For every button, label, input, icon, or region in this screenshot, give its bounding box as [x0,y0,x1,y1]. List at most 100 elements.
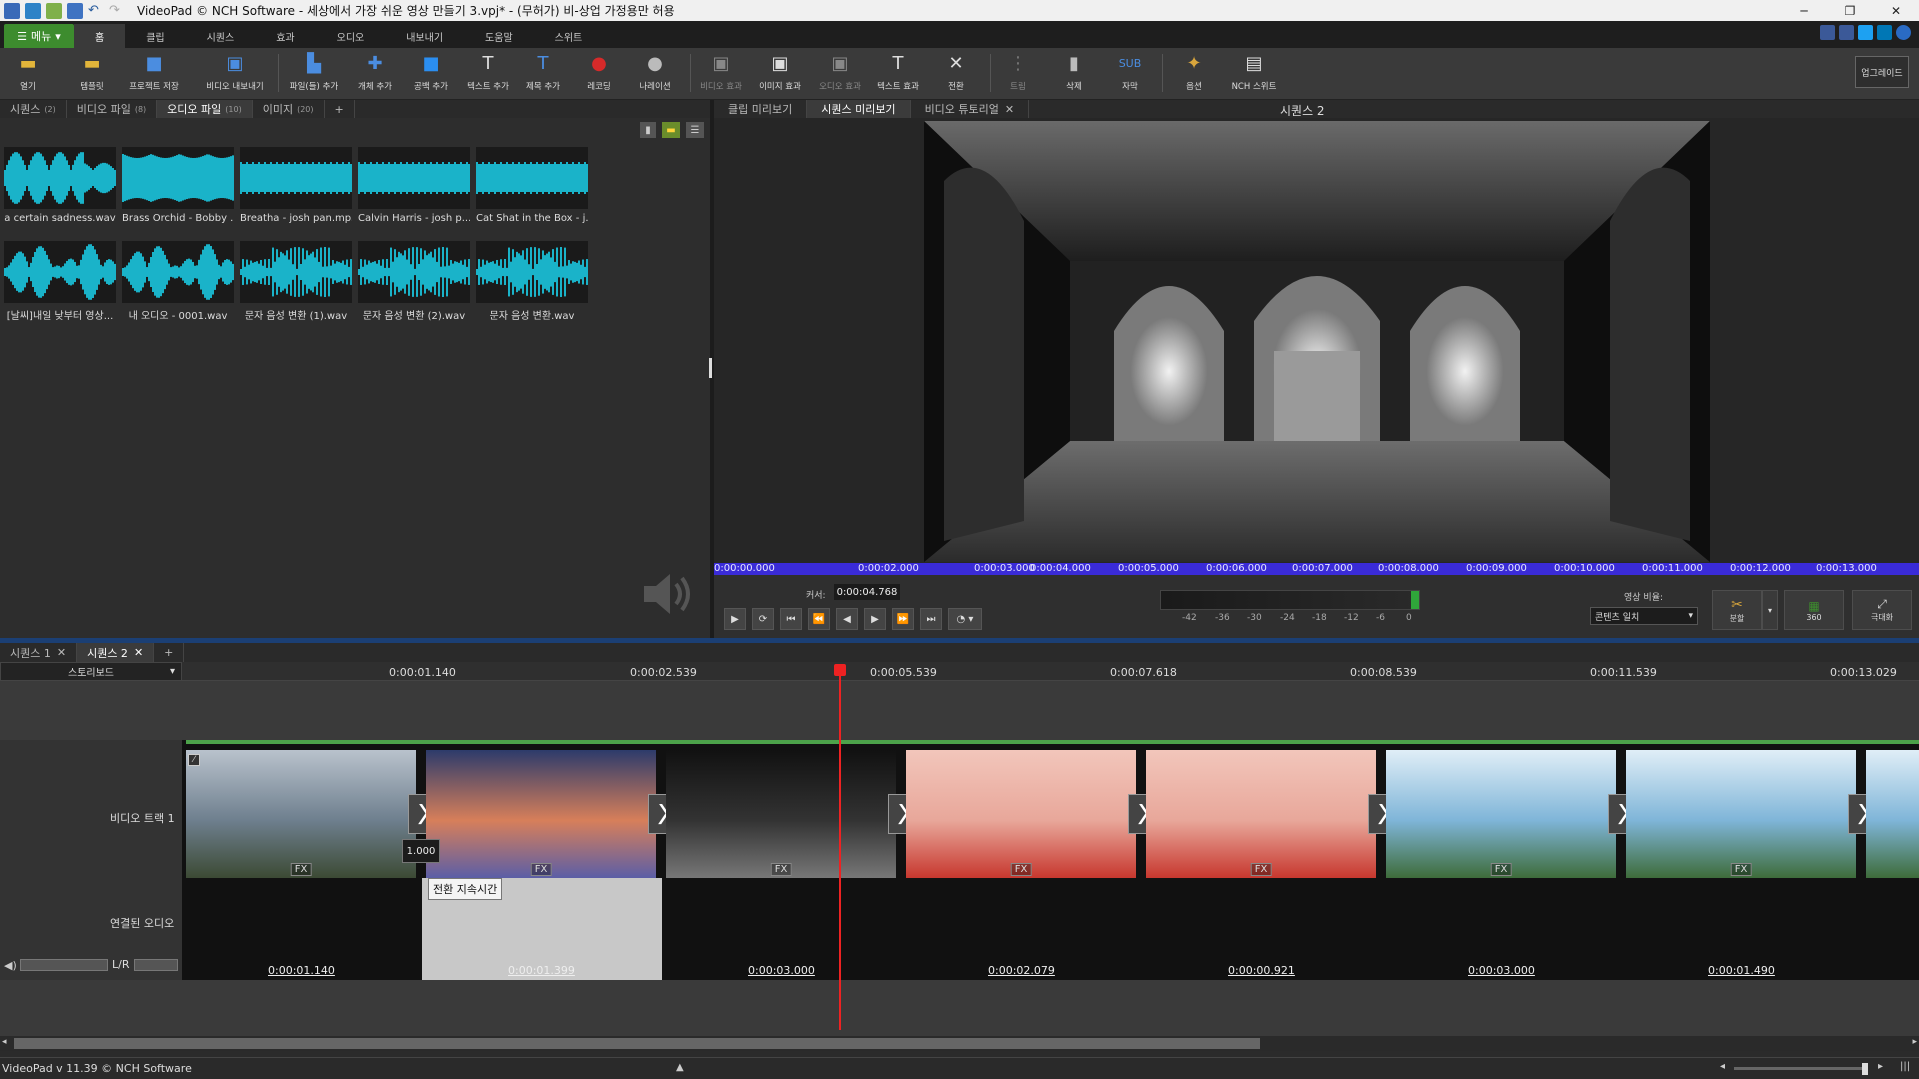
preview-time-ruler[interactable]: 0:00:00.000 0:00:02.000 0:00:03.000 0:00:04… [714,563,1919,575]
close-icon[interactable]: ✕ [134,646,143,659]
tab-sequences[interactable]: 시퀀스 (2) [0,100,67,118]
delete-button[interactable]: ▮ 삭제 [1054,50,1094,96]
zoom-slider[interactable] [1734,1067,1864,1070]
restore-button[interactable]: ❐ [1827,0,1873,21]
clip-duration[interactable]: 0:00:01.140 [268,964,335,977]
view-mode-select[interactable]: 스토리보드 ▾ [0,662,182,681]
playhead[interactable] [839,664,841,1030]
scroll-right-icon[interactable]: ▸ [1912,1037,1917,1047]
timeline-video-clip[interactable]: FX [1386,750,1616,878]
minimize-button[interactable]: ─ [1781,0,1827,21]
clip-duration[interactable]: 0:00:03.000 [1468,964,1535,977]
facebook-icon[interactable] [1839,25,1854,40]
fx-badge[interactable]: FX [1010,863,1032,876]
options-button[interactable]: ✦ 옵션 [1174,50,1214,96]
image-effects-button[interactable]: ▣ 이미지 효과 [752,50,808,96]
add-sequence-button[interactable]: + [154,643,185,662]
timeline-ruler[interactable]: 0:00:01.140 0:00:02.539 0:00:05.539 0:00:07… [182,662,1919,681]
balance-slider[interactable] [134,959,178,971]
narration-button[interactable]: ● 나레이션 [632,50,678,96]
collapse-up-icon[interactable]: ▲ [676,1062,684,1073]
tab-sequence[interactable]: 시퀀스 [186,24,256,48]
loop-button[interactable]: ⟳ [752,608,774,630]
upgrade-button[interactable]: 업그레이드 [1855,56,1909,88]
save-project-button[interactable]: ■ 프로젝트 저장 [122,50,186,96]
fx-badge[interactable]: FX [770,863,792,876]
video-effects-button[interactable]: ▣ 비디오 효과 [694,50,748,96]
play-button[interactable]: ▶ [724,608,746,630]
add-text-button[interactable]: T 텍스트 추가 [462,50,514,96]
open-icon[interactable] [46,2,62,19]
timeline-video-clip[interactable]: FX [1626,750,1856,878]
tab-video-files[interactable]: 비디오 파일 (8) [67,100,158,118]
volume-slider[interactable] [20,959,108,971]
close-icon[interactable]: ✕ [57,646,66,659]
media-clip[interactable]: 내 오디오 - 0001.wav [122,241,234,322]
subtitle-button[interactable]: SUB 자막 [1110,50,1150,96]
trash-icon[interactable]: ▮ [640,122,656,138]
media-clip[interactable]: [날씨]내일 낮부터 영상... [4,241,116,322]
timeline-video-clip[interactable]: FX [426,750,656,878]
fx-badge[interactable]: FX [530,863,552,876]
tab-home[interactable]: 홈 [74,24,126,48]
media-clip[interactable]: 문자 음성 변환 (1).wav [240,241,352,322]
tab-effects[interactable]: 효과 [255,24,315,48]
transition-duration-value[interactable]: 1.000 [402,839,440,863]
media-clip[interactable]: Cat Shat in the Box - j... [476,147,588,224]
tab-sequence-preview[interactable]: 시퀀스 미리보기 [807,100,911,118]
fx-badge[interactable]: FX [290,863,312,876]
redo-icon[interactable]: ↷ [109,3,125,19]
next-clip-button[interactable]: ⏩ [892,608,914,630]
scrollbar-thumb[interactable] [14,1038,1260,1049]
zoom-in-icon[interactable]: ▸ [1878,1061,1883,1072]
tab-sequence-2[interactable]: 시퀀스 2 ✕ [77,643,155,662]
menu-button[interactable]: ☰ 메뉴 ▾ [4,24,74,48]
add-bin-tab-button[interactable]: + [325,100,355,118]
tab-audio[interactable]: 오디오 [316,24,386,48]
timeline-video-clip[interactable]: FX [666,750,896,878]
export-video-button[interactable]: ▣ 비디오 내보내기 [200,50,270,96]
record-button[interactable]: ● 레코딩 [578,50,620,96]
speed-dropdown[interactable]: ◔ ▾ [948,608,982,630]
tab-clip-preview[interactable]: 클립 미리보기 [714,100,808,118]
trim-button[interactable]: ⋮ 트림 [998,50,1038,96]
media-clip[interactable]: Calvin Harris - josh p... [358,147,470,224]
text-effects-button[interactable]: T 텍스트 효과 [870,50,926,96]
transition-button[interactable]: ✕ 전환 [936,50,976,96]
like-icon[interactable] [1820,25,1835,40]
fx-badge[interactable]: FX [1250,863,1272,876]
split-button[interactable]: ✂ 분할 [1712,590,1762,630]
step-back-button[interactable]: ◀ [836,608,858,630]
media-clip[interactable]: a certain sadness.wav [4,147,116,224]
split-dropdown[interactable]: ▾ [1762,590,1778,630]
tab-sequence-1[interactable]: 시퀀스 1 ✕ [0,643,78,662]
clip-duration[interactable]: 0:00:02.079 [988,964,1055,977]
playhead-handle[interactable] [834,664,846,676]
360-button[interactable]: ▦ 360 [1784,590,1844,630]
undo-icon[interactable]: ↶ [88,3,104,19]
tab-video-tutorial[interactable]: 비디오 튜토리얼 ✕ [911,100,1030,118]
save-icon[interactable] [67,2,83,19]
go-start-button[interactable]: ⏮ [780,608,802,630]
timeline-video-clip[interactable]: FX [1146,750,1376,878]
scroll-left-icon[interactable]: ◂ [2,1037,7,1047]
media-clip[interactable]: Breatha - josh pan.mp3 [240,147,352,224]
tab-clip[interactable]: 클립 [125,24,185,48]
add-files-button[interactable]: ▙ 파일(들) 추가 [284,50,344,96]
new-file-icon[interactable] [25,2,41,19]
tab-suite[interactable]: 스위트 [534,24,604,48]
media-clip[interactable]: 문자 음성 변환.wav [476,241,588,322]
fx-badge[interactable]: FX [1490,863,1512,876]
tab-export[interactable]: 내보내기 [385,24,464,48]
clip-duration[interactable]: 0:00:01.399 [508,964,575,977]
linkedin-icon[interactable] [1877,25,1892,40]
step-forward-button[interactable]: ▶ [864,608,886,630]
media-clip[interactable]: 문자 음성 변환 (2).wav [358,241,470,322]
close-icon[interactable]: ✕ [1005,103,1014,116]
help-icon[interactable] [1896,25,1911,40]
nch-suite-button[interactable]: ▤ NCH 스위트 [1226,50,1282,96]
tab-images[interactable]: 이미지 (20) [253,100,325,118]
list-view-icon[interactable]: ☰ [686,122,704,138]
fx-badge[interactable]: FX [1730,863,1752,876]
add-blank-button[interactable]: ■ 공백 추가 [408,50,454,96]
